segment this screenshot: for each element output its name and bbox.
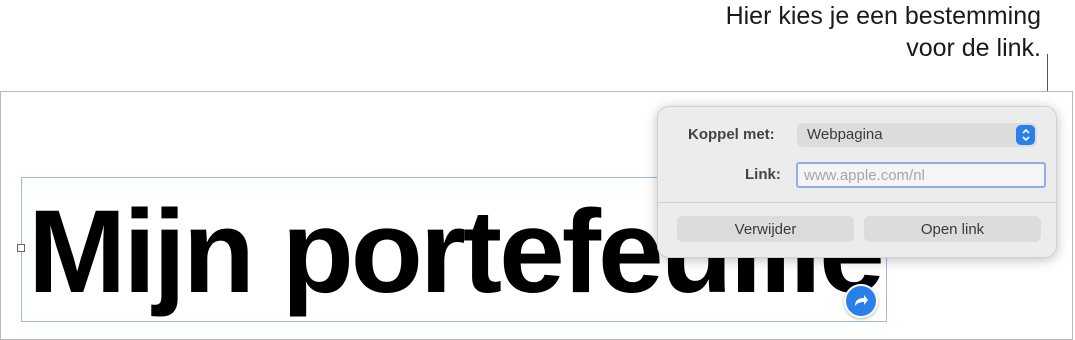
- remove-link-button[interactable]: Verwijder: [677, 216, 854, 242]
- link-to-label: Koppel met:: [688, 126, 775, 143]
- popover-divider: [658, 202, 1056, 203]
- link-url-input[interactable]: [796, 162, 1046, 188]
- selection-handle[interactable]: [17, 244, 25, 252]
- callout-line-2: voor de link.: [906, 34, 1041, 62]
- link-arrow-icon[interactable]: [844, 284, 878, 318]
- link-type-select[interactable]: Webpagina: [797, 123, 1037, 147]
- link-label: Link:: [745, 166, 781, 183]
- link-type-value: Webpagina: [807, 126, 883, 143]
- open-link-button[interactable]: Open link: [864, 216, 1041, 242]
- callout-annotation: Hier kies je een bestemming voor de link…: [726, 0, 1041, 64]
- link-popover: Koppel met: Webpagina Link: Verwijder Op…: [657, 106, 1057, 258]
- chevron-updown-icon[interactable]: [1016, 125, 1035, 145]
- callout-line-1: Hier kies je een bestemming: [725, 2, 1041, 30]
